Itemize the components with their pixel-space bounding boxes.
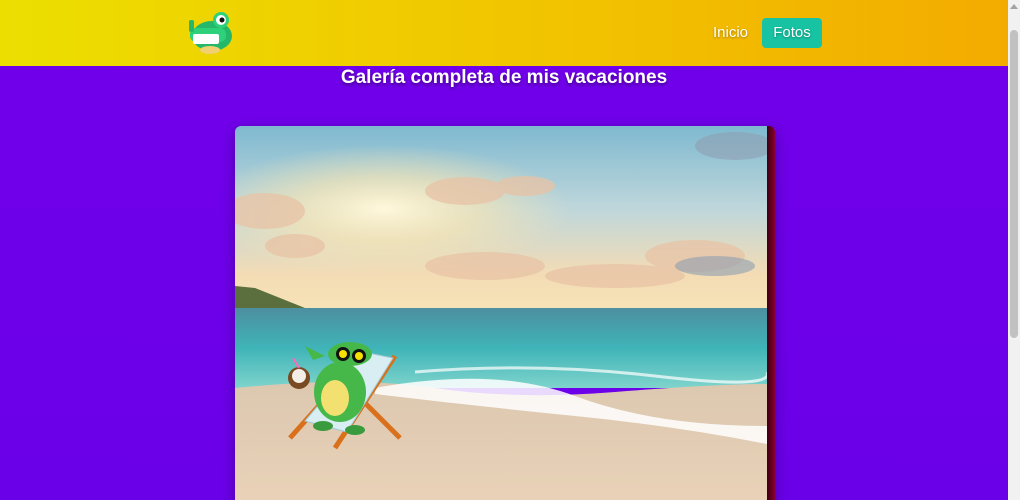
page-title: Galería completa de mis vacaciones [340,67,668,88]
scroll-up-arrow-icon[interactable] [1010,4,1018,9]
nav-link-fotos[interactable]: Fotos [762,18,822,48]
crocodile-logo-icon[interactable] [185,10,237,56]
photo-gallery[interactable] [235,126,775,500]
navbar: Inicio Fotos [0,0,1008,66]
next-slide-preview[interactable] [767,126,775,500]
scrollbar-thumb[interactable] [1010,30,1018,338]
nav-link-inicio[interactable]: Inicio [713,18,748,48]
beach-crocodile-sunset-image[interactable] [235,126,767,500]
